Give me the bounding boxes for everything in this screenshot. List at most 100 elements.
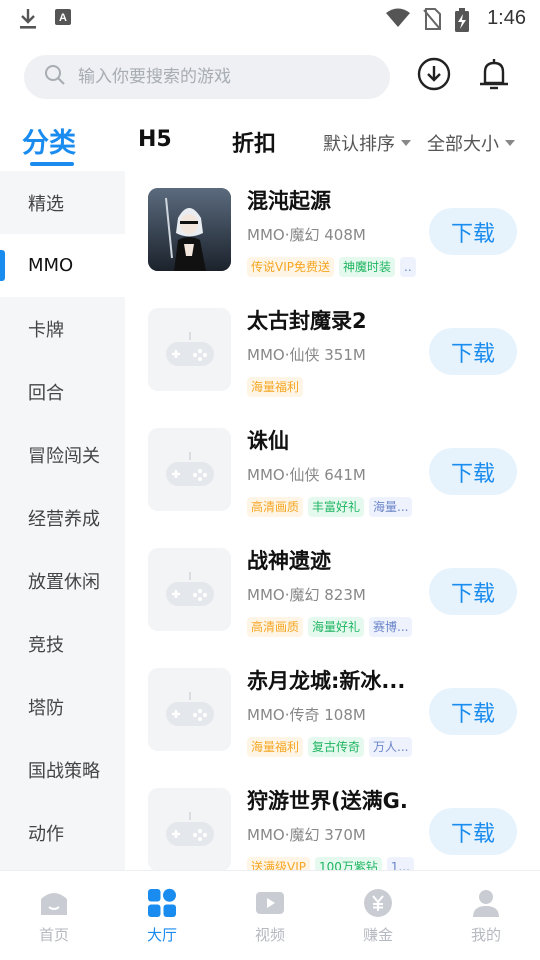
game-icon-placeholder[interactable] — [148, 548, 231, 631]
tag: 海量好礼 — [308, 617, 365, 637]
game-meta: MMO·传奇 108M — [247, 706, 366, 724]
search-bar[interactable] — [24, 55, 390, 99]
game-list-item[interactable]: 狩游世界(送满G... MMO·魔幻 370M 送满级VIP 100万紫钻 1.… — [125, 771, 540, 870]
download-button[interactable]: 下载 — [429, 328, 517, 375]
nav-video[interactable]: 视频 — [216, 871, 324, 960]
sidebar-item-idle[interactable]: 放置休闲 — [0, 549, 125, 612]
game-list-item[interactable]: 混沌起源 MMO·魔幻 408M 传说VIP免费送 神魔时装 .. 下载 — [125, 171, 540, 291]
sidebar-item-competitive[interactable]: 竞技 — [0, 612, 125, 675]
tag: 万人... — [369, 737, 413, 757]
game-icon-placeholder[interactable] — [148, 308, 231, 391]
game-meta: MMO·魔幻 370M — [247, 826, 366, 844]
notifications-button[interactable] — [476, 58, 512, 94]
download-button[interactable]: 下载 — [429, 568, 517, 615]
caret-down-icon — [401, 140, 411, 146]
download-button[interactable]: 下载 — [429, 808, 517, 855]
active-tab-indicator — [30, 162, 74, 166]
sidebar-item-label: 回合 — [28, 382, 64, 404]
game-icon-artwork[interactable] — [148, 188, 231, 271]
tag: 高清画质 — [247, 617, 304, 637]
game-list: 混沌起源 MMO·魔幻 408M 传说VIP免费送 神魔时装 .. 下载 太古封… — [125, 171, 540, 870]
game-meta: MMO·魔幻 823M — [247, 586, 366, 604]
sort-order-dropdown[interactable]: 默认排序 — [323, 130, 411, 156]
coin-icon — [363, 888, 393, 918]
sidebar-item-simulation[interactable]: 经营养成 — [0, 486, 125, 549]
tag: 赛博... — [369, 617, 413, 637]
nav-label: 我的 — [470, 926, 501, 944]
nav-label: 赚金 — [362, 926, 393, 944]
sidebar-item-label: 竞技 — [28, 634, 64, 656]
nav-hall[interactable]: 大厅 — [108, 871, 216, 960]
sidebar-item-label: MMO — [28, 255, 74, 276]
game-tags: 高清画质 海量好礼 赛博... — [247, 617, 417, 637]
tag: 复古传奇 — [308, 737, 365, 757]
download-icon — [18, 8, 38, 29]
game-list-item[interactable]: 赤月龙城:新冰... MMO·传奇 108M 海量福利 复古传奇 万人... 下… — [125, 651, 540, 771]
search-input[interactable] — [78, 67, 358, 87]
game-icon-placeholder[interactable] — [148, 668, 231, 751]
gamepad-icon — [165, 451, 214, 486]
tag: 海量... — [369, 497, 413, 517]
game-title: 混沌起源 — [247, 189, 331, 213]
sidebar-item-card[interactable]: 卡牌 — [0, 297, 125, 360]
video-icon — [255, 888, 285, 918]
sidebar-item-mmo[interactable]: MMO — [0, 234, 125, 297]
sidebar-item-featured[interactable]: 精选 — [0, 171, 125, 234]
status-bar: A 1:46 — [0, 0, 540, 36]
gamepad-icon — [165, 691, 214, 726]
sidebar-item-tower-defense[interactable]: 塔防 — [0, 675, 125, 738]
gamepad-icon — [165, 571, 214, 606]
tag: 送满级VIP — [247, 857, 310, 870]
game-icon-placeholder[interactable] — [148, 428, 231, 511]
sidebar-item-label: 动作 — [28, 823, 64, 845]
sidebar-item-label: 卡牌 — [28, 319, 64, 341]
nav-label: 视频 — [254, 926, 285, 944]
download-manager-button[interactable] — [416, 57, 452, 94]
download-button[interactable]: 下载 — [429, 448, 517, 495]
game-title: 太古封魔录2 — [247, 309, 367, 333]
sidebar-item-label: 经营养成 — [28, 508, 100, 530]
gamepad-icon — [165, 811, 214, 846]
tag: 丰富好礼 — [308, 497, 365, 517]
bell-icon — [477, 56, 511, 96]
game-title: 诛仙 — [247, 429, 289, 453]
nav-earn[interactable]: 赚金 — [324, 871, 432, 960]
tag: 传说VIP免费送 — [247, 257, 334, 277]
download-button[interactable]: 下载 — [429, 688, 517, 735]
game-title: 赤月龙城:新冰... — [247, 669, 406, 693]
game-icon-placeholder[interactable] — [148, 788, 231, 870]
game-title: 战神遗迹 — [247, 549, 331, 573]
game-tags: 高清画质 丰富好礼 海量... — [247, 497, 417, 517]
game-list-item[interactable]: 太古封魔录2 MMO·仙侠 351M 海量福利 下载 — [125, 291, 540, 411]
gamepad-icon — [165, 331, 214, 366]
category-sidebar: 精选 MMO 卡牌 回合 冒险闯关 经营养成 放置休闲 竞技 塔防 国战策略 动… — [0, 171, 125, 870]
sidebar-item-label: 冒险闯关 — [28, 445, 100, 467]
bottom-nav: 首页 大厅 视频 赚金 我的 — [0, 870, 540, 960]
game-tags: 送满级VIP 100万紫钻 1... — [247, 857, 417, 870]
profile-icon — [471, 888, 501, 918]
tab-category[interactable]: 分类 — [22, 121, 76, 160]
sidebar-item-adventure[interactable]: 冒险闯关 — [0, 423, 125, 486]
game-tags: 海量福利 复古传奇 万人... — [247, 737, 417, 757]
tag: 海量福利 — [247, 377, 304, 397]
game-list-item[interactable]: 诛仙 MMO·仙侠 641M 高清画质 丰富好礼 海量... 下载 — [125, 411, 540, 531]
nav-profile[interactable]: 我的 — [432, 871, 540, 960]
game-meta: MMO·仙侠 351M — [247, 346, 366, 364]
download-button[interactable]: 下载 — [429, 208, 517, 255]
size-filter-label: 全部大小 — [427, 134, 499, 155]
sidebar-item-label: 国战策略 — [28, 760, 100, 782]
hall-grid-icon — [147, 888, 177, 918]
home-icon — [39, 888, 69, 918]
wifi-icon — [385, 8, 411, 28]
sidebar-item-action[interactable]: 动作 — [0, 801, 125, 864]
game-list-item[interactable]: 战神遗迹 MMO·魔幻 823M 高清画质 海量好礼 赛博... 下载 — [125, 531, 540, 651]
status-time: 1:46 — [487, 6, 526, 29]
sidebar-item-turn-based[interactable]: 回合 — [0, 360, 125, 423]
nav-label: 首页 — [38, 926, 69, 944]
a-badge-icon: A — [54, 8, 74, 28]
size-filter-dropdown[interactable]: 全部大小 — [427, 130, 515, 156]
tab-h5[interactable]: H5 — [138, 127, 172, 152]
nav-home[interactable]: 首页 — [0, 871, 108, 960]
tab-discount[interactable]: 折扣 — [232, 126, 276, 158]
sidebar-item-strategy[interactable]: 国战策略 — [0, 738, 125, 801]
